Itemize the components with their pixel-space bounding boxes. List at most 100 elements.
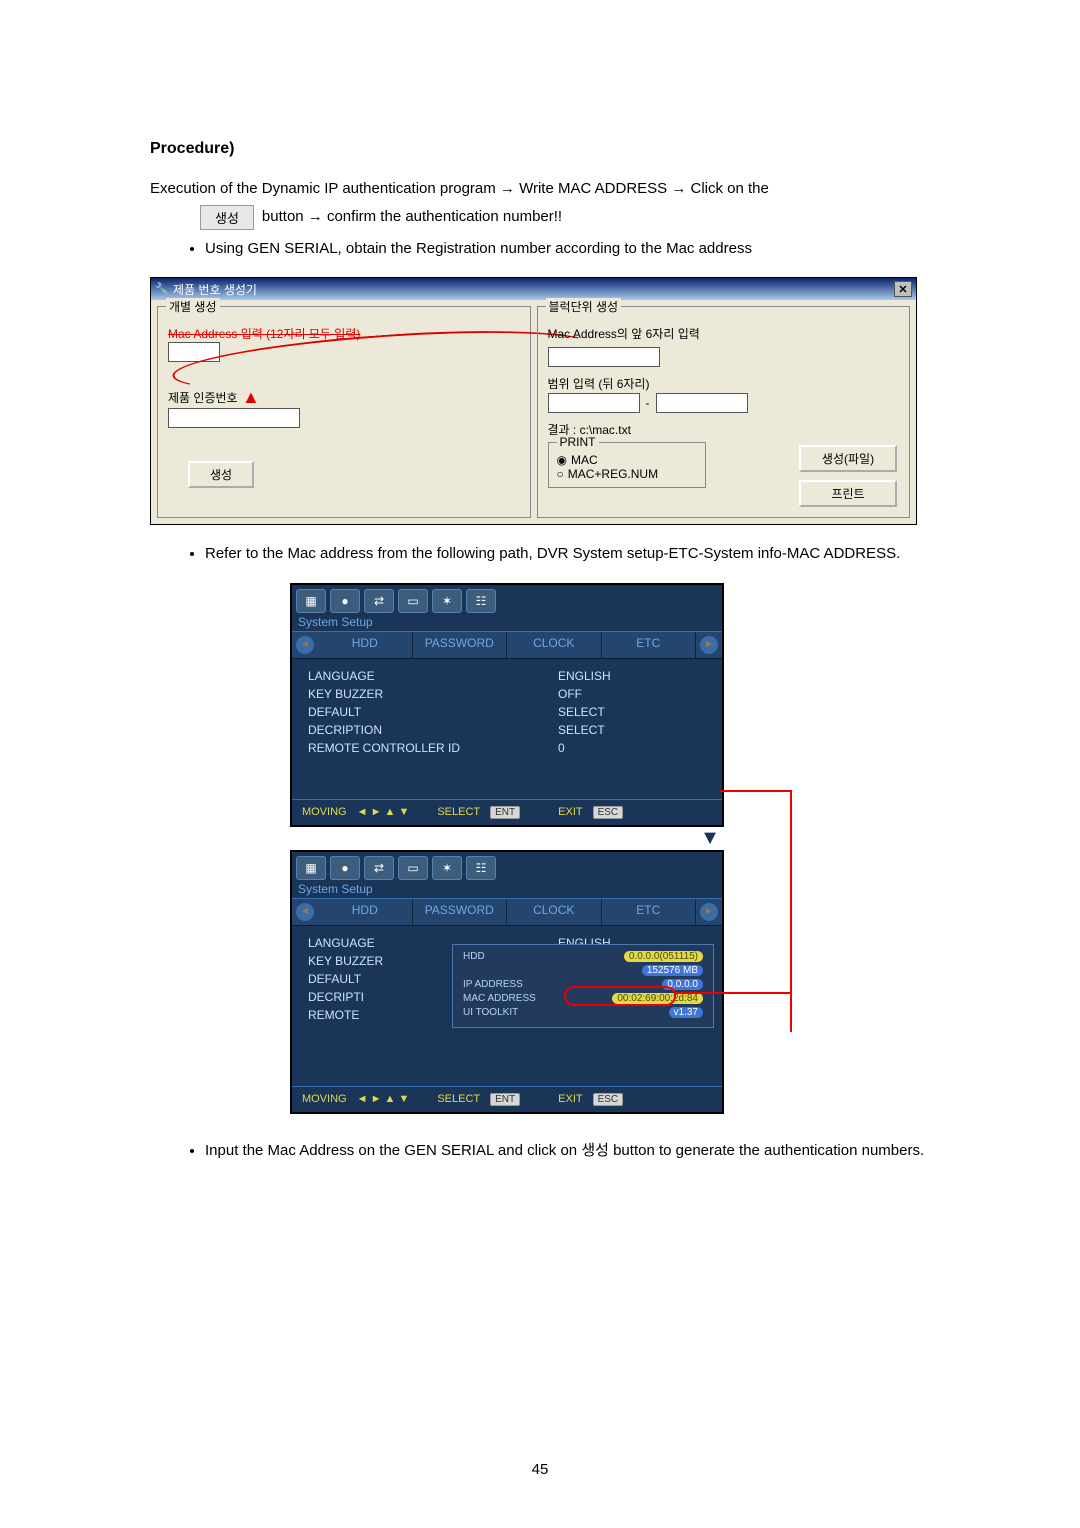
after-button-text: button → confirm the authentication numb… [262, 206, 562, 229]
tab-hdd[interactable]: HDD [318, 632, 413, 658]
popup-hdd-val: 0.0.0.0(051115) [624, 951, 703, 962]
generate-file-button[interactable]: 생성(파일) [799, 445, 897, 472]
cfg-decription-val: SELECT [558, 723, 605, 737]
tab2-right-arrow-icon[interactable]: ► [700, 903, 718, 921]
tab2-clock[interactable]: CLOCK [507, 899, 602, 925]
system-setup-label: System Setup [292, 613, 722, 631]
cert-number-input[interactable] [168, 408, 300, 428]
close-icon[interactable]: ✕ [894, 281, 912, 297]
result-path: 결과 : c:\mac.txt [548, 421, 900, 438]
tab-right-arrow-icon[interactable]: ► [700, 636, 718, 654]
popup-toolkit-val: v1.37 [669, 1007, 703, 1018]
generate-button[interactable]: 생성 [188, 461, 254, 488]
dialog-title-bar[interactable]: 🔧 제품 번호 생성기 ✕ [151, 278, 916, 300]
popup-hdd-size: 152576 MB [642, 965, 703, 976]
tab-etc[interactable]: ETC [602, 632, 697, 658]
dvr2-icon-2[interactable]: ● [330, 856, 360, 880]
dvr2-icon-1[interactable]: ▦ [296, 856, 326, 880]
dvr-icon-6[interactable]: ☷ [466, 589, 496, 613]
page-number: 45 [0, 1461, 1080, 1478]
popup-toolkit-label: UI TOOLKIT [463, 1007, 518, 1018]
ent-key-icon: ENT [490, 806, 520, 819]
dvr-toolbar-2: ▦ ● ⇄ ▭ ✶ ☷ [292, 852, 722, 880]
cfg-remote-val: 0 [558, 741, 565, 755]
app-icon: 🔧 [155, 282, 169, 296]
intro-line: Execution of the Dynamic IP authenticati… [150, 178, 930, 201]
arrow-keys-icon: ◄ ► ▲ ▼ [357, 806, 410, 818]
system-setup-label-2: System Setup [292, 880, 722, 898]
dvr-toolbar: ▦ ● ⇄ ▭ ✶ ☷ [292, 585, 722, 613]
tab-left-arrow-icon[interactable]: ◄ [296, 636, 314, 654]
down-triangle-icon: ▼ [490, 827, 930, 850]
serial-generator-dialog: 🔧 제품 번호 생성기 ✕ 개별 생성 Mac Address 입력 (12자리… [150, 277, 917, 525]
bullet3-post: button to generate the authentication nu… [613, 1142, 924, 1159]
dvr2-icon-3[interactable]: ⇄ [364, 856, 394, 880]
cfg-language: LANGUAGE [308, 669, 488, 683]
tab-password[interactable]: PASSWORD [413, 632, 508, 658]
dialog-title: 제품 번호 생성기 [173, 281, 257, 298]
mac-input-label-struck: Mac Address 입력 (12자리 모두 입력) [168, 325, 520, 342]
footer-select: SELECT [437, 806, 480, 818]
range-start-input[interactable] [548, 393, 640, 413]
arrow-keys-icon-2: ◄ ► ▲ ▼ [357, 1093, 410, 1105]
ent-key-icon-2: ENT [490, 1093, 520, 1106]
dvr2-icon-4[interactable]: ▭ [398, 856, 428, 880]
left-group-title: 개별 생성 [166, 298, 220, 315]
tab-clock[interactable]: CLOCK [507, 632, 602, 658]
footer2-exit: EXIT [558, 1093, 582, 1105]
dvr-icon-2[interactable]: ● [330, 589, 360, 613]
popup-ip-label: IP ADDRESS [463, 979, 523, 990]
popup-hdd-label: HDD [463, 951, 485, 962]
footer2-moving: MOVING [302, 1093, 347, 1105]
footer-exit: EXIT [558, 806, 582, 818]
dvr-icon-4[interactable]: ▭ [398, 589, 428, 613]
mac-front6-label: Mac Address의 앞 6자리 입력 [548, 325, 700, 342]
dvr-icon-3[interactable]: ⇄ [364, 589, 394, 613]
dvr2-icon-5[interactable]: ✶ [432, 856, 462, 880]
esc-key-icon: ESC [593, 806, 624, 819]
dvr-icon-5[interactable]: ✶ [432, 589, 462, 613]
bullet-refer-mac: Refer to the Mac address from the follow… [205, 541, 930, 567]
bullet-gen-serial: Using GEN SERIAL, obtain the Registratio… [205, 236, 930, 262]
individual-gen-group: 개별 생성 Mac Address 입력 (12자리 모두 입력) 제품 인증번… [157, 306, 531, 518]
bullet3-pre: Input the Mac Address on the GEN SERIAL … [205, 1142, 581, 1159]
range-separator: - [646, 396, 650, 410]
range-label: 범위 입력 (뒤 6자리) [548, 375, 650, 392]
radio-mac-label: MAC [571, 453, 598, 467]
cfg-remote: REMOTE CONTROLLER ID [308, 741, 488, 755]
block-gen-group: 블럭단위 생성 Mac Address의 앞 6자리 입력 범위 입력 (뒤 6… [537, 306, 911, 518]
cfg-language-val: ENGLISH [558, 669, 611, 683]
popup-mac-label: MAC ADDRESS [463, 993, 536, 1004]
procedure-heading: Procedure) [150, 140, 930, 158]
cert-number-label: 제품 인증번호 [168, 389, 238, 406]
radio-macreg-icon[interactable]: ○ [557, 467, 564, 481]
cfg-decription: DECRIPTION [308, 723, 488, 737]
right-group-title: 블럭단위 생성 [546, 298, 622, 315]
radio-mac-icon[interactable]: ◉ [557, 453, 567, 467]
dvr-icon-1[interactable]: ▦ [296, 589, 326, 613]
bullet-input-mac: Input the Mac Address on the GEN SERIAL … [205, 1138, 930, 1164]
tab2-left-arrow-icon[interactable]: ◄ [296, 903, 314, 921]
range-end-input[interactable] [656, 393, 748, 413]
cfg-keybuzzer: KEY BUZZER [308, 687, 488, 701]
footer2-select: SELECT [437, 1093, 480, 1105]
red-up-arrow-icon: ▲ [242, 387, 260, 408]
footer-moving: MOVING [302, 806, 347, 818]
dvr-panel-1: ▦ ● ⇄ ▭ ✶ ☷ System Setup ◄ HDD PASSWORD … [290, 583, 724, 827]
bullet3-button-text: 생성 [581, 1142, 609, 1159]
red-highlight-ring [564, 986, 676, 1006]
red-line-2 [674, 992, 792, 996]
print-button[interactable]: 프린트 [799, 480, 897, 507]
dvr2-icon-6[interactable]: ☷ [466, 856, 496, 880]
cfg-default: DEFAULT [308, 705, 488, 719]
tab2-etc[interactable]: ETC [602, 899, 697, 925]
gen-button-image: 생성 [200, 205, 254, 230]
mac-short-input[interactable] [168, 342, 220, 362]
dvr-panel-2: ▦ ● ⇄ ▭ ✶ ☷ System Setup ◄ HDD PASSWORD … [290, 850, 724, 1114]
print-group-title: PRINT [557, 435, 599, 449]
tab2-hdd[interactable]: HDD [318, 899, 413, 925]
cfg-default-val: SELECT [558, 705, 605, 719]
mac-front6-input[interactable] [548, 347, 660, 367]
tab2-password[interactable]: PASSWORD [413, 899, 508, 925]
esc-key-icon-2: ESC [593, 1093, 624, 1106]
